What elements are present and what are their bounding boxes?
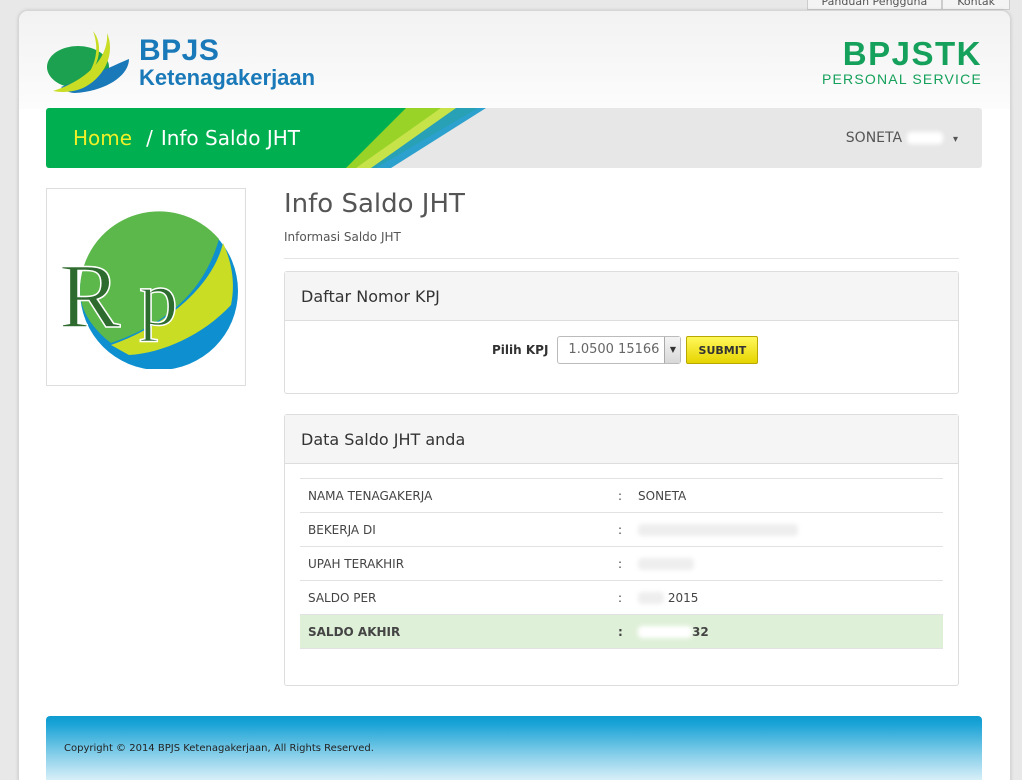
copyright-text: Copyright © 2014 BPJS Ketenagakerjaan, A… — [64, 743, 374, 754]
row-value: 2015 — [638, 580, 943, 615]
brand-subtitle: PERSONAL SERVICE — [821, 71, 982, 87]
redacted-wage — [638, 558, 694, 570]
saldo-year: 2015 — [667, 590, 699, 605]
redacted-employer — [638, 524, 798, 536]
user-menu[interactable]: SONETA ▾ — [846, 108, 958, 168]
site-footer: Copyright © 2014 BPJS Ketenagakerjaan, A… — [46, 716, 982, 780]
logo-title: BPJS — [139, 33, 220, 67]
table-row: SALDO PER : 2015 — [300, 580, 943, 615]
kpj-select[interactable]: 1.0500 15166 ▼ — [557, 336, 682, 364]
bpjs-logo-icon — [47, 31, 129, 93]
kpj-panel-heading: Daftar Nomor KPJ — [285, 272, 958, 321]
contact-link[interactable]: Kontak — [942, 0, 1010, 10]
help-link[interactable]: Panduan Pengguna — [806, 0, 943, 10]
navbar: Home / Info Saldo JHT SONETA ▾ — [46, 108, 982, 168]
table-row: NAMA TENAGAKERJA : SONETA — [300, 478, 943, 513]
page-subtitle: Informasi Saldo JHT — [284, 230, 401, 244]
row-label: NAMA TENAGAKERJA — [300, 478, 618, 513]
page-frame: BPJS Ketenagakerjaan BPJSTK PERSONAL SER… — [18, 10, 1011, 780]
brand-title: BPJSTK — [842, 35, 982, 72]
main-content: Info Saldo JHT Informasi Saldo JHT Dafta… — [284, 188, 959, 686]
kpj-form: Pilih KPJ 1.0500 15166 ▼ SUBMIT — [492, 336, 759, 364]
submit-button[interactable]: SUBMIT — [686, 336, 759, 364]
row-colon: : — [618, 614, 638, 649]
redacted-user-surname — [906, 132, 943, 144]
saldo-table: NAMA TENAGAKERJA : SONETA BEKERJA DI : U… — [300, 478, 943, 649]
row-value — [638, 512, 943, 547]
row-label: SALDO PER — [300, 580, 618, 615]
rupiah-icon: R R p p — [58, 211, 238, 369]
dropdown-arrow-icon[interactable]: ▼ — [664, 337, 681, 363]
caret-down-icon: ▾ — [952, 134, 958, 145]
page-title: Info Saldo JHT — [284, 189, 465, 219]
saldo-panel-heading: Data Saldo JHT anda — [285, 415, 958, 464]
breadcrumb-current: Info Saldo JHT — [160, 126, 300, 150]
kpj-panel: Daftar Nomor KPJ Pilih KPJ 1.0500 15166 … — [284, 271, 959, 394]
table-row: BEKERJA DI : — [300, 512, 943, 547]
balance-tail: 32 — [692, 624, 709, 639]
svg-text:R: R — [59, 245, 121, 347]
row-value: 32 — [638, 614, 943, 649]
user-name: SONETA — [845, 130, 903, 146]
personal-service-brand: BPJSTK PERSONAL SERVICE — [821, 35, 982, 87]
redacted-balance — [638, 626, 692, 638]
row-colon: : — [618, 546, 638, 581]
row-label: UPAH TERAKHIR — [300, 546, 618, 581]
topbar-links: Panduan Pengguna Kontak — [806, 0, 1010, 10]
breadcrumb: Home / Info Saldo JHT — [73, 108, 300, 168]
site-header: BPJS Ketenagakerjaan BPJSTK PERSONAL SER… — [19, 11, 1010, 109]
saldo-panel: Data Saldo JHT anda NAMA TENAGAKERJA : S… — [284, 414, 959, 686]
breadcrumb-home-link[interactable]: Home — [73, 126, 132, 150]
divider — [284, 258, 959, 259]
row-label: BEKERJA DI — [300, 512, 618, 547]
redacted-date — [638, 592, 664, 604]
table-row: UPAH TERAKHIR : — [300, 546, 943, 581]
svg-text:p: p — [139, 255, 178, 342]
table-row-highlight: SALDO AKHIR : 32 — [300, 614, 943, 649]
row-colon: : — [618, 512, 638, 547]
kpj-selected-value: 1.0500 15166 — [568, 342, 660, 357]
bpjs-logo[interactable]: BPJS Ketenagakerjaan — [45, 29, 315, 95]
row-colon: : — [618, 478, 638, 513]
logo-subtitle: Ketenagakerjaan — [139, 64, 316, 90]
row-value: SONETA — [638, 478, 943, 513]
kpj-label: Pilih KPJ — [492, 343, 549, 357]
rp-illustration-card: R R p p — [46, 188, 246, 386]
breadcrumb-separator: / — [146, 126, 153, 150]
row-colon: : — [618, 580, 638, 615]
row-value — [638, 546, 943, 581]
row-label: SALDO AKHIR — [300, 614, 618, 649]
